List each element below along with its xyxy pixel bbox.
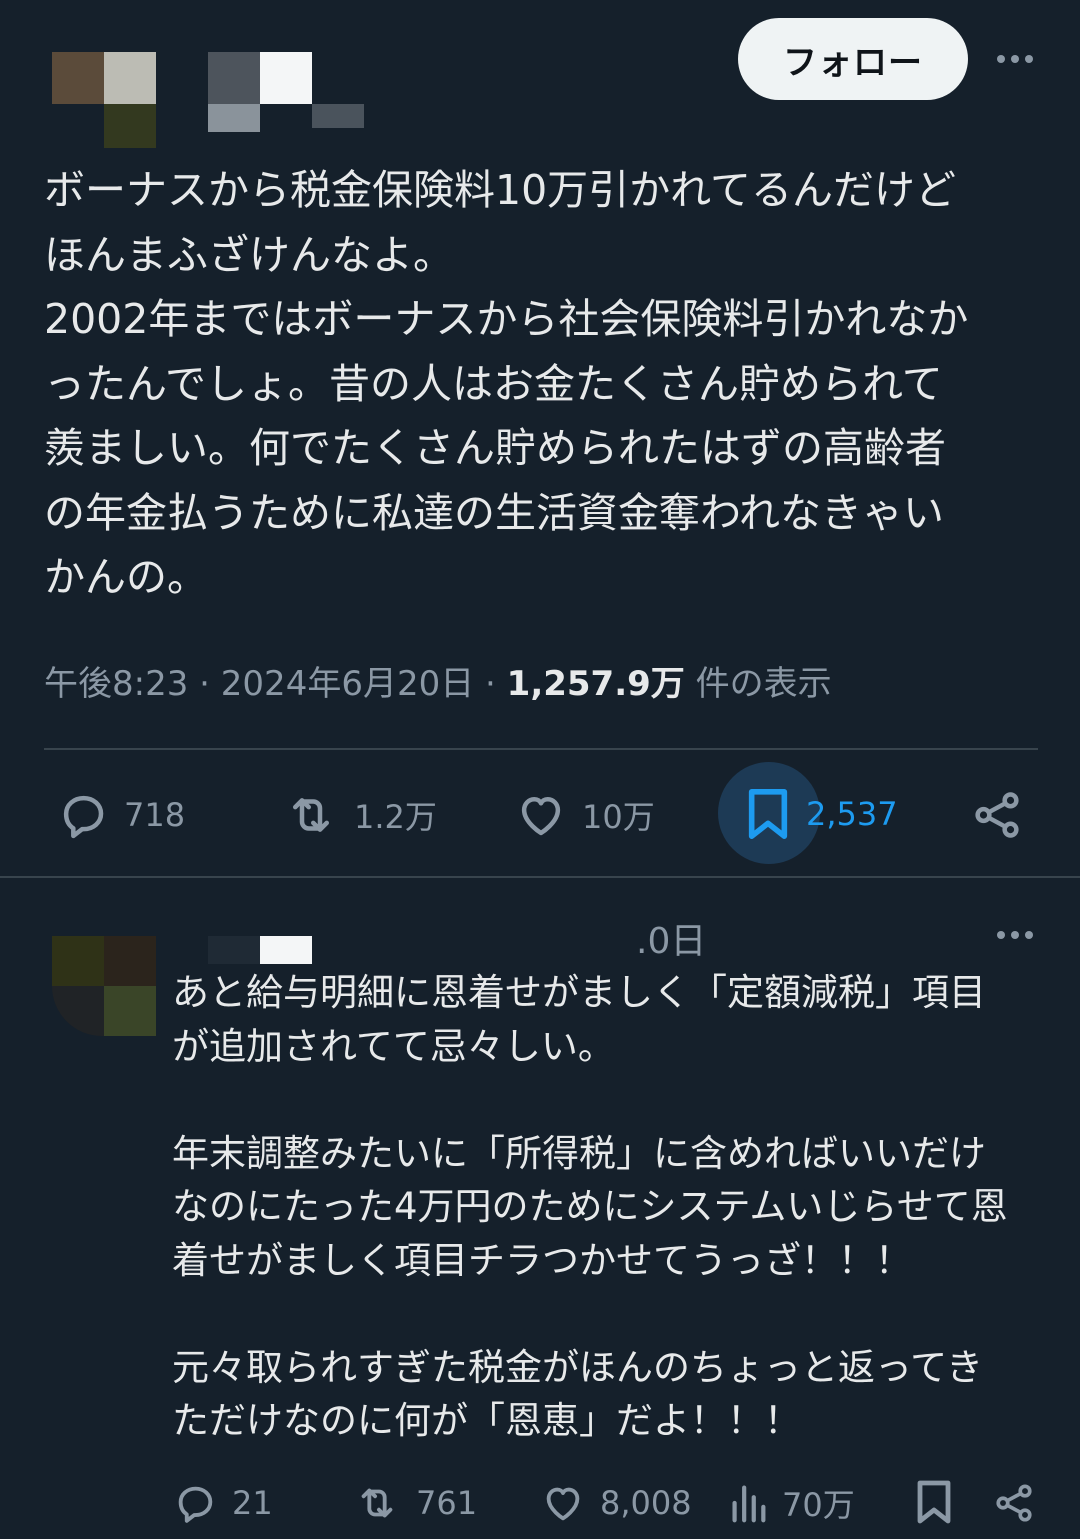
views-count: 70万 [782,1486,855,1524]
author-avatar[interactable] [52,52,156,148]
reply-icon [178,1486,213,1523]
share-button[interactable] [992,1480,1036,1526]
bookmark-icon [917,1480,951,1524]
retweet-count: 761 [416,1484,478,1522]
like-count: 8,008 [600,1484,692,1522]
tweet-text: ボーナスから税金保険料10万引かれてるんだけど ほんまふざけんなよ。 2002年… [44,166,969,601]
retweet-button[interactable]: 761 [352,1480,477,1526]
author-name[interactable] [208,52,364,132]
analytics-icon [732,1485,766,1523]
follow-button[interactable]: フォロー [738,18,968,100]
reply-author-name[interactable] [208,936,312,964]
reply-icon [63,795,104,839]
views-label: 件の表示 [695,664,832,704]
reply-button[interactable]: 21 [172,1480,273,1526]
like-count: 10万 [582,798,655,836]
tweet-meta: 午後8:23 · 2024年6月20日 · 1,257.9万 件の表示 [44,656,832,705]
bookmark-icon [748,789,788,839]
share-icon [975,792,1019,838]
heart-icon [546,1487,580,1521]
views-button[interactable]: 70万 [728,1480,855,1526]
share-button[interactable] [970,788,1024,842]
bookmark-button[interactable] [914,1478,954,1526]
views-count: 1,257.9万 [506,664,685,704]
retweet-icon [361,1488,393,1518]
retweet-button[interactable]: 1.2万 [282,788,437,842]
reply-count: 718 [124,796,186,834]
reply-count: 21 [232,1484,273,1522]
retweet-count: 1.2万 [354,798,437,836]
reply-text: あと給与明細に恩着せがましく「定額減税」項目 が追加されてて忌々しい。 年末調整… [172,971,1008,1442]
heart-icon [521,797,561,836]
meta-separator: · [485,664,507,704]
divider [44,748,1038,750]
reply-date[interactable]: .0日 [636,912,706,964]
retweet-icon [293,798,329,832]
like-button[interactable]: 10万 [514,788,655,842]
reply-button[interactable]: 718 [56,788,185,842]
tweet-time[interactable]: 午後8:23 [44,664,188,704]
bookmark-button[interactable]: 2,537 [744,786,898,842]
bookmark-count: 2,537 [806,795,898,833]
meta-separator: · [199,664,221,704]
tweet-date[interactable]: 2024年6月20日 [221,664,474,704]
share-icon [996,1484,1032,1522]
more-options-icon[interactable] [990,920,1040,950]
reply-avatar[interactable] [52,936,156,1036]
divider [0,876,1080,878]
more-options-icon[interactable] [990,44,1040,74]
like-button[interactable]: 8,008 [540,1480,692,1526]
